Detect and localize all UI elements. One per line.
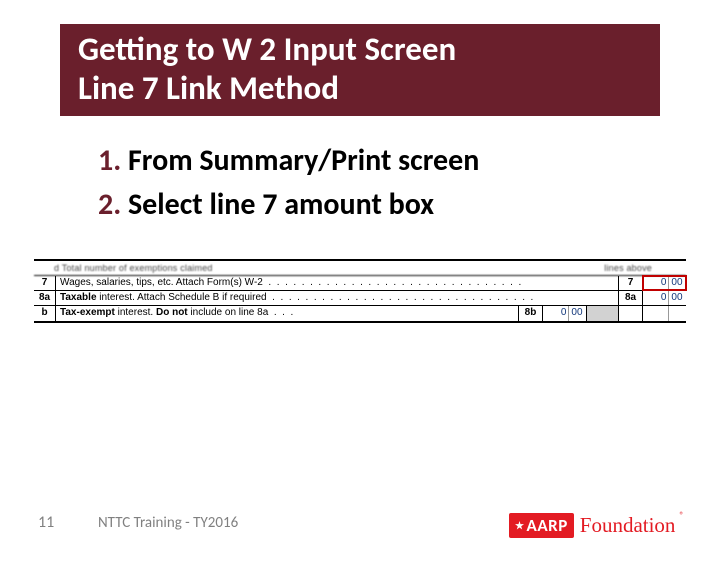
- form-1040-snippet: d Total number of exemptions claimed lin…: [34, 259, 686, 323]
- aarp-text: AARP: [527, 515, 568, 536]
- slide-title: Getting to W 2 Input Screen Line 7 Link …: [60, 24, 660, 116]
- blur-text-right: lines above: [604, 263, 652, 273]
- line-7-amount-cents: 00: [668, 276, 686, 290]
- footer-text: NTTC Training - TY2016: [98, 514, 238, 532]
- form-line-7: 7 Wages, salaries, tips, etc. Attach For…: [34, 276, 686, 291]
- leader-dots: . . .: [268, 307, 293, 318]
- form-line-8a: 8a Taxable interest. Attach Schedule B i…: [34, 291, 686, 306]
- step-1: From Summary/Print screen: [128, 142, 660, 180]
- line-8b-number-left: b: [34, 306, 56, 321]
- line-8b-right-empty: [642, 306, 686, 321]
- leader-dots: . . . . . . . . . . . . . . . . . . . . …: [267, 292, 534, 303]
- line-8a-amount-box[interactable]: 0 00: [642, 291, 686, 305]
- line-8b-box-label: 8b: [518, 306, 542, 321]
- title-line-1: Getting to W 2 Input Screen: [78, 29, 456, 69]
- star-icon: [515, 521, 524, 530]
- title-line-2: Line 7 Link Method: [78, 68, 339, 108]
- form-line-8b: b Tax-exempt interest. Do not include on…: [34, 306, 686, 321]
- line-8b-number-right-empty: [618, 306, 642, 321]
- line-8b-description: Tax-exempt interest. Do not include on l…: [56, 306, 518, 321]
- line-7-amount-box[interactable]: 0 00: [642, 276, 686, 290]
- form-blur-row: d Total number of exemptions claimed lin…: [34, 261, 686, 276]
- line-8a-number-right: 8a: [618, 291, 642, 305]
- line-7-description: Wages, salaries, tips, etc. Attach Form(…: [56, 276, 618, 290]
- line-8b-amount-box[interactable]: 0 00: [542, 306, 586, 321]
- line-8a-amount-dollars: 0: [643, 291, 668, 305]
- line-8a-description: Taxable interest. Attach Schedule B if r…: [56, 291, 618, 305]
- line-8b-amount-dollars: 0: [543, 306, 568, 321]
- instruction-list: From Summary/Print screen Select line 7 …: [92, 142, 660, 225]
- slide-number: 11: [38, 513, 54, 532]
- aarp-logo-box: AARP: [509, 513, 574, 538]
- line-7-amount-dollars: 0: [643, 276, 668, 290]
- line-8a-amount-cents: 00: [668, 291, 686, 305]
- step-2: Select line 7 amount box: [128, 186, 660, 224]
- aarp-foundation-logo: AARP Foundation ®: [509, 513, 684, 538]
- slide-footer: 11 NTTC Training - TY2016 AARP Foundatio…: [0, 500, 720, 536]
- line-8a-number-left: 8a: [34, 291, 56, 305]
- line-8b-amount-cents: 00: [568, 306, 586, 321]
- foundation-text: Foundation: [580, 513, 676, 538]
- leader-dots: . . . . . . . . . . . . . . . . . . . . …: [263, 277, 521, 288]
- line-7-number-left: 7: [34, 276, 56, 290]
- gray-block: [586, 306, 618, 321]
- registered-mark: ®: [679, 510, 684, 521]
- blur-text-left: d Total number of exemptions claimed: [54, 263, 213, 273]
- line-7-number-right: 7: [618, 276, 642, 290]
